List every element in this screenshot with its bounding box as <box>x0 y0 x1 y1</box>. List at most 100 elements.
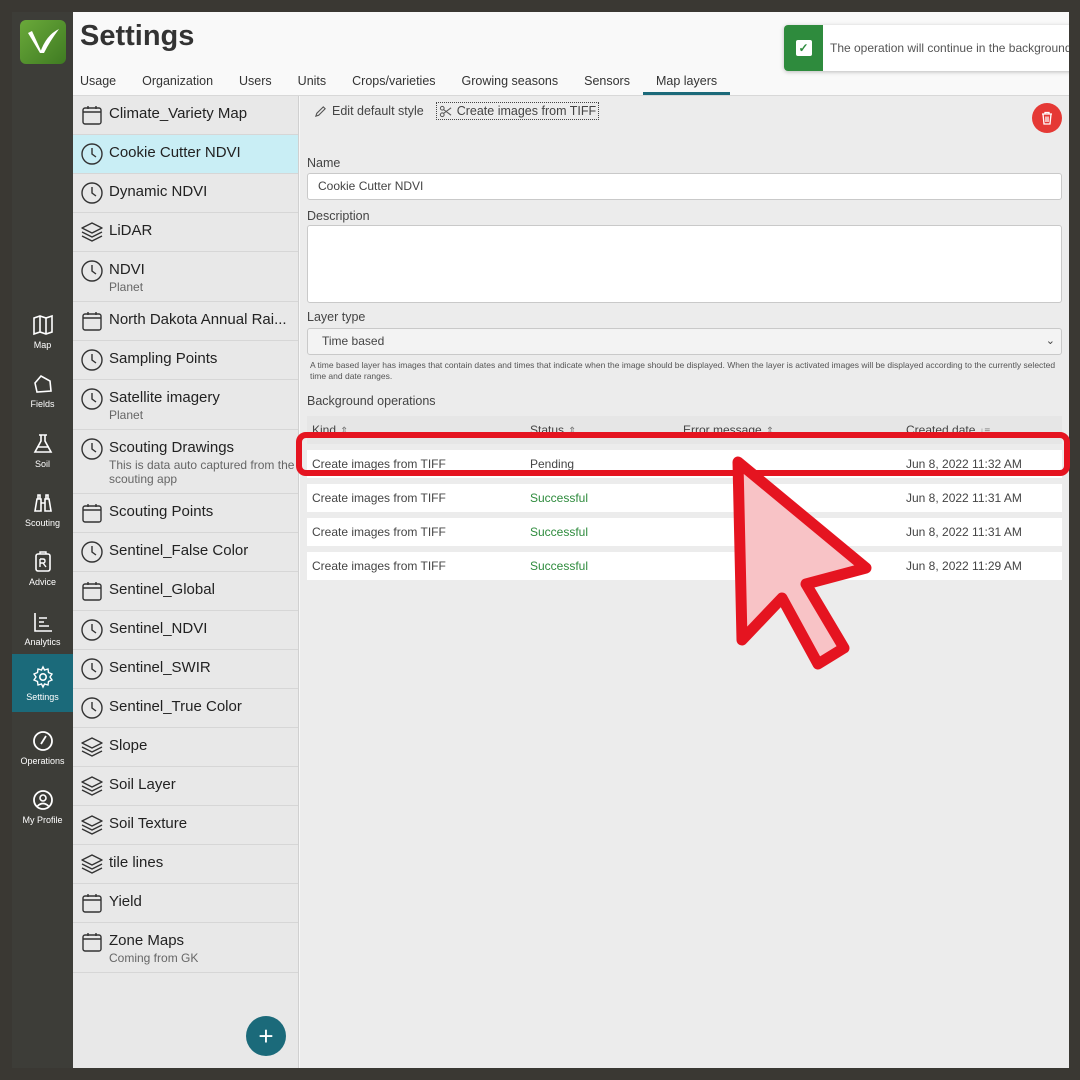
app-logo[interactable] <box>20 20 66 64</box>
layer-text: Zone Maps Coming from GK <box>109 930 198 965</box>
create-images-label: Create images from TIFF <box>456 104 597 118</box>
table-row[interactable]: Create images from TIFF Pending Jun 8, 2… <box>307 450 1062 478</box>
layer-type-select[interactable]: Time based ⌄ <box>307 328 1062 355</box>
calendar-icon <box>80 501 104 525</box>
column-error-label: Error message <box>683 423 762 437</box>
gauge-icon <box>32 730 53 751</box>
rail-item-my-profile[interactable]: My Profile <box>12 777 73 835</box>
tab-usage[interactable]: Usage <box>80 74 129 95</box>
layer-name: NDVI <box>109 261 145 278</box>
rail-item-fields[interactable]: Fields <box>12 361 73 419</box>
rail-item-scouting[interactable]: Scouting <box>12 480 73 538</box>
binoculars-icon <box>33 493 52 512</box>
layer-text: North Dakota Annual Rai... <box>109 309 287 330</box>
column-kind[interactable]: Kind ⇕ <box>307 423 530 437</box>
layer-item[interactable]: Scouting Points <box>73 494 298 533</box>
trash-icon <box>1042 111 1052 125</box>
layer-item[interactable]: Yield <box>73 884 298 923</box>
tab-crops-varieties[interactable]: Crops/varieties <box>339 74 448 95</box>
layer-name: Soil Texture <box>109 815 188 832</box>
layer-text: tile lines <box>109 852 163 873</box>
layer-name: Climate_Variety Map <box>109 105 248 122</box>
layer-item[interactable]: NDVI Planet <box>73 252 298 302</box>
tab-users[interactable]: Users <box>226 74 285 95</box>
table-row[interactable]: Create images from TIFF Successful Jun 8… <box>307 518 1062 546</box>
column-created-date[interactable]: Created date ↓≡ <box>906 423 1062 437</box>
clock-icon <box>80 348 104 372</box>
edit-default-style-button[interactable]: Edit default style <box>312 102 426 120</box>
name-field[interactable]: Cookie Cutter NDVI <box>307 173 1062 200</box>
column-status[interactable]: Status ⇕ <box>530 423 683 437</box>
page-title: Settings <box>80 20 195 52</box>
clock-icon <box>80 618 104 642</box>
layer-item[interactable]: Sentinel_Global <box>73 572 298 611</box>
layer-item[interactable]: Sampling Points <box>73 341 298 380</box>
layer-text: Sentinel_SWIR <box>109 657 211 678</box>
rail-item-settings[interactable]: Settings <box>12 654 73 712</box>
layer-text: Scouting Points <box>109 501 213 522</box>
layer-item[interactable]: Scouting Drawings This is data auto captu… <box>73 430 298 494</box>
rail-item-advice[interactable]: Advice <box>12 539 73 597</box>
layer-item[interactable]: Satellite imagery Planet <box>73 380 298 430</box>
layer-item[interactable]: Sentinel_True Color <box>73 689 298 728</box>
edit-default-style-label: Edit default style <box>332 104 424 118</box>
pencil-icon <box>314 105 326 117</box>
rail-item-operations[interactable]: Operations <box>12 718 73 776</box>
layer-item[interactable]: Soil Layer <box>73 767 298 806</box>
layer-item[interactable]: Dynamic NDVI <box>73 174 298 213</box>
table-row[interactable]: Create images from TIFF Successful Jun 8… <box>307 484 1062 512</box>
tab-units[interactable]: Units <box>285 74 339 95</box>
rail-label: Map <box>33 339 52 350</box>
layer-name: Yield <box>109 893 142 910</box>
tab-sensors[interactable]: Sensors <box>571 74 643 95</box>
layer-item[interactable]: Sentinel_False Color <box>73 533 298 572</box>
add-layer-button[interactable]: + <box>246 1016 286 1056</box>
rail-label: Soil <box>34 458 50 469</box>
layer-type-help: A time based layer has images that conta… <box>310 360 1056 381</box>
column-created-label: Created date <box>906 423 976 437</box>
cell-status: Pending <box>530 457 575 471</box>
layer-text: Cookie Cutter NDVI <box>109 142 241 163</box>
profile-icon <box>32 789 53 810</box>
create-images-from-tiff-button[interactable]: Create images from TIFF <box>435 102 600 120</box>
rail-item-map[interactable]: Map <box>12 302 73 360</box>
page-header: Settings Usage Organization Users Units … <box>73 12 1069 96</box>
toast-message: The operation will continue in the backg… <box>830 41 1069 55</box>
layer-name: Satellite imagery <box>109 389 220 406</box>
name-label: Name <box>307 156 341 170</box>
layer-type-value: Time based <box>322 334 385 348</box>
layer-subtitle: Planet <box>109 408 144 422</box>
tab-map-layers[interactable]: Map layers <box>642 74 731 95</box>
layer-item[interactable]: North Dakota Annual Rai... <box>73 302 298 341</box>
tab-growing-seasons[interactable]: Growing seasons <box>449 74 572 95</box>
rail-item-analytics[interactable]: Analytics <box>12 599 73 657</box>
flask-icon <box>33 433 52 453</box>
layer-text: Sentinel_False Color <box>109 540 248 561</box>
rail-label: Advice <box>28 576 56 587</box>
layer-name: Sentinel_False Color <box>109 542 249 559</box>
layer-item[interactable]: tile lines <box>73 845 298 884</box>
layer-item[interactable]: Slope <box>73 728 298 767</box>
layer-item[interactable]: Sentinel_SWIR <box>73 650 298 689</box>
rail-item-soil[interactable]: Soil <box>12 421 73 479</box>
layer-name: tile lines <box>109 854 164 871</box>
layer-item[interactable]: LiDAR <box>73 213 298 252</box>
column-status-label: Status <box>530 423 565 437</box>
description-field[interactable] <box>307 225 1062 303</box>
layer-item[interactable]: Sentinel_NDVI <box>73 611 298 650</box>
tab-organization[interactable]: Organization <box>129 74 226 95</box>
layer-item[interactable]: Soil Texture <box>73 806 298 845</box>
layer-item[interactable]: Cookie Cutter NDVI <box>73 135 298 174</box>
clock-icon <box>80 657 104 681</box>
layer-item[interactable]: Climate_Variety Map <box>73 96 298 135</box>
table-row[interactable]: Create images from TIFF Successful Jun 8… <box>307 552 1062 580</box>
sort-icon: ⇕ <box>765 426 775 437</box>
column-error[interactable]: Error message ⇕ <box>683 423 906 437</box>
delete-layer-button[interactable] <box>1032 103 1062 133</box>
rail-label: Analytics <box>24 636 61 647</box>
nav-rail: Map Fields Soil Scouting Advice Analytic… <box>12 12 73 1068</box>
cell-created: Jun 8, 2022 11:32 AM <box>906 457 1022 471</box>
layer-item[interactable]: Zone Maps Coming from GK <box>73 923 298 973</box>
layer-type-label: Layer type <box>307 310 366 324</box>
chart-icon <box>33 612 52 632</box>
